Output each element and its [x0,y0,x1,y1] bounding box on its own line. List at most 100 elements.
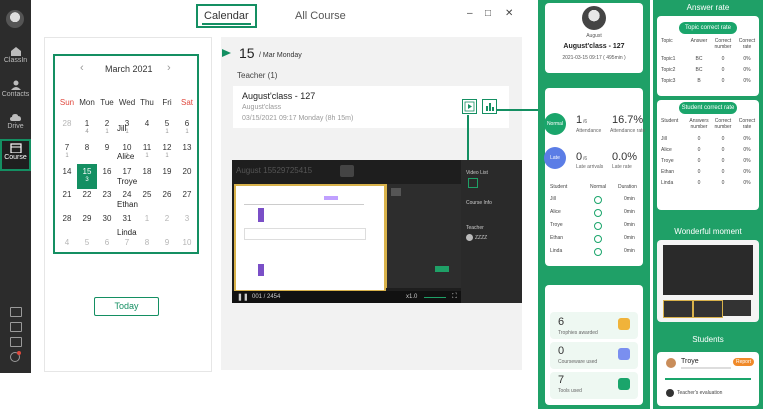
moment-thumb[interactable] [693,300,723,318]
report-button[interactable] [482,99,497,114]
calendar-day[interactable]: 4 [137,119,157,128]
weekday-header: Thu [140,98,154,107]
table-cell: 0% [743,136,751,142]
calendar-day[interactable]: 24 [117,190,137,199]
tab-calendar[interactable]: Calendar [196,4,257,28]
prev-month-button[interactable]: ‹ [80,62,84,74]
calendar-day[interactable]: 9 [97,143,117,152]
calendar-day[interactable]: 7 [57,143,77,152]
table-cell: 0 [721,56,725,62]
video-list-tab[interactable]: Video List [466,170,488,176]
sidebar-item-classin[interactable]: ClassIn [0,46,31,64]
calendar-day[interactable]: 26 [157,190,177,199]
note-icon[interactable] [10,322,22,332]
attendance-duration: 0min [624,235,635,241]
calendar-day[interactable]: 27 [177,190,197,199]
sidebar-item-course[interactable]: Course [0,139,31,171]
course-info-tab[interactable]: Course Info [466,200,492,206]
calendar-day[interactable]: 28 [57,214,77,223]
moment-thumb[interactable] [663,300,693,318]
smile-icon [594,196,602,204]
moment-thumb[interactable] [723,300,751,316]
mail-icon[interactable] [10,337,22,347]
playback-bar[interactable]: ❚❚ 001 / 2454 x1.0 ⛶ [232,291,461,303]
calendar-day[interactable]: 31 [117,214,137,223]
late-rate-sub: Late rate [612,164,632,170]
calendar-day[interactable]: 18 [137,167,157,176]
calendar-day[interactable]: 13 [177,143,197,152]
calendar-day[interactable]: 22 [77,190,97,199]
table-cell: 0 [697,158,701,164]
weekday-header: Wed [118,98,136,107]
cloud-icon [9,114,21,121]
calendar-day-count: 4 [85,129,89,135]
play-icon [464,101,475,112]
calendar-day[interactable]: 6 [177,119,197,128]
calendar-day[interactable]: 4 [57,238,77,247]
calendar-day[interactable]: 5 [157,119,177,128]
calendar-day[interactable]: 12 [157,143,177,152]
calendar-day[interactable]: 16 [97,167,117,176]
avatar[interactable] [6,10,24,28]
message-icon[interactable] [10,307,22,317]
calendar-day[interactable]: 23 [97,190,117,199]
calendar-day[interactable]: 8 [137,238,157,247]
today-button[interactable]: Today [94,297,159,316]
volume-slider[interactable] [424,297,446,298]
close-button[interactable]: ✕ [505,8,513,19]
minimize-button[interactable]: – [467,8,473,19]
home-icon [10,47,21,56]
calendar-day[interactable]: 6 [97,238,117,247]
calendar-day[interactable]: 25 [137,190,157,199]
calendar-day[interactable]: 3 [177,214,197,223]
late-sub: Late arrivals [576,164,604,170]
calendar-day[interactable]: 11 [137,143,157,152]
calendar-day[interactable]: 5 [77,238,97,247]
table-cell: 0 [697,136,701,142]
calendar-day[interactable]: 9 [157,238,177,247]
calendar-day-count: 1 [185,129,189,135]
playback-speed[interactable]: x1.0 [406,294,417,300]
calendar-day[interactable]: 7 [117,238,137,247]
answer-rate-panel: Answer rate Topic correct rate Topic Answ… [653,0,763,409]
calendar-day[interactable]: 1 [137,214,157,223]
calendar-day[interactable]: 17 [117,167,137,176]
student-report-badge[interactable]: Report [733,358,755,366]
table-cell: 0% [743,78,751,84]
attendance-duration: 0min [624,222,635,228]
calendar-day[interactable]: 20 [177,167,197,176]
connector-line [496,109,538,111]
next-month-button[interactable]: › [167,62,171,74]
course-time: 03/15/2021 09:17 Monday (8h 15m) [242,115,354,122]
calendar-day[interactable]: 30 [97,214,117,223]
fullscreen-icon[interactable]: ⛶ [452,293,457,301]
calendar-day[interactable]: 14 [57,167,77,176]
weekday-header: Tue [100,98,114,107]
maximize-button[interactable]: □ [485,8,491,19]
calendar-day[interactable]: 10 [117,143,137,152]
calendar-day[interactable]: 2 [97,119,117,128]
tab-all-course[interactable]: All Course [295,10,346,22]
sidebar-item-drive[interactable]: Drive [0,112,31,130]
calendar-day[interactable]: 28 [57,119,77,128]
sidebar-item-contacts[interactable]: Contacts [0,80,31,98]
play-video-button[interactable] [462,99,477,114]
calendar-day[interactable]: 8 [77,143,97,152]
tools-count: 7 [558,374,565,386]
evaluation-slider[interactable] [665,378,751,380]
courseware-icon [618,348,630,360]
calendar-day[interactable]: 1 [77,119,97,128]
calendar-name-troye: Troye [117,177,138,186]
moment-image[interactable] [663,245,753,295]
calendar-day[interactable]: 19 [157,167,177,176]
teacher-tab[interactable]: Teacher [466,225,484,231]
month-title: March 2021 [105,64,153,74]
calendar-day[interactable]: 21 [57,190,77,199]
video-player[interactable]: August 15529725415 ❚❚ 001 / 2454 x1.0 ⛶ [232,160,461,303]
calendar-day[interactable]: 10 [177,238,197,247]
calendar-day[interactable]: 2 [157,214,177,223]
topic-correct-rate-pill: Topic correct rate [679,22,737,34]
attendance-duration: 0min [624,248,635,254]
calendar-day[interactable]: 29 [77,214,97,223]
pause-icon[interactable]: ❚❚ [237,293,249,301]
